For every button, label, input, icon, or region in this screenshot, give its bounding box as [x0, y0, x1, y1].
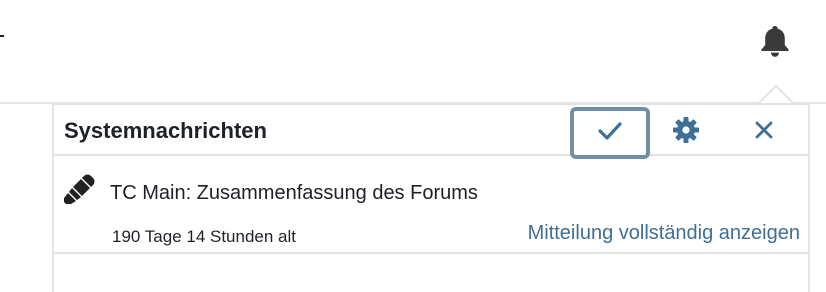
notification-popover: Systemnachrichten TC Main: Zusammenfassu… — [52, 103, 810, 292]
gear-icon — [672, 116, 700, 149]
highlighter-icon — [62, 174, 96, 208]
notification-age: 190 Tage 14 Stunden alt — [112, 227, 297, 246]
notification-settings-button[interactable] — [668, 115, 704, 149]
popover-title: Systemnachrichten — [64, 118, 267, 143]
popover-header: Systemnachrichten — [54, 105, 808, 159]
close-popover-button[interactable] — [746, 115, 782, 149]
notification-subject[interactable]: TC Main: Zusammenfassung des Forums — [110, 182, 478, 205]
popover-caret — [758, 85, 794, 104]
check-icon — [597, 121, 623, 146]
page: Systemnachrichten TC Main: Zusammenfassu… — [0, 0, 826, 292]
bell-icon — [760, 24, 790, 63]
divider — [0, 35, 4, 37]
notifications-button[interactable] — [759, 24, 791, 63]
view-full-notification-link[interactable]: Mitteilung vollständig anzeigen — [528, 222, 800, 245]
mark-all-read-button[interactable] — [570, 107, 650, 159]
notification-item[interactable]: TC Main: Zusammenfassung des Forums 190 … — [54, 156, 808, 254]
close-icon — [754, 120, 774, 145]
